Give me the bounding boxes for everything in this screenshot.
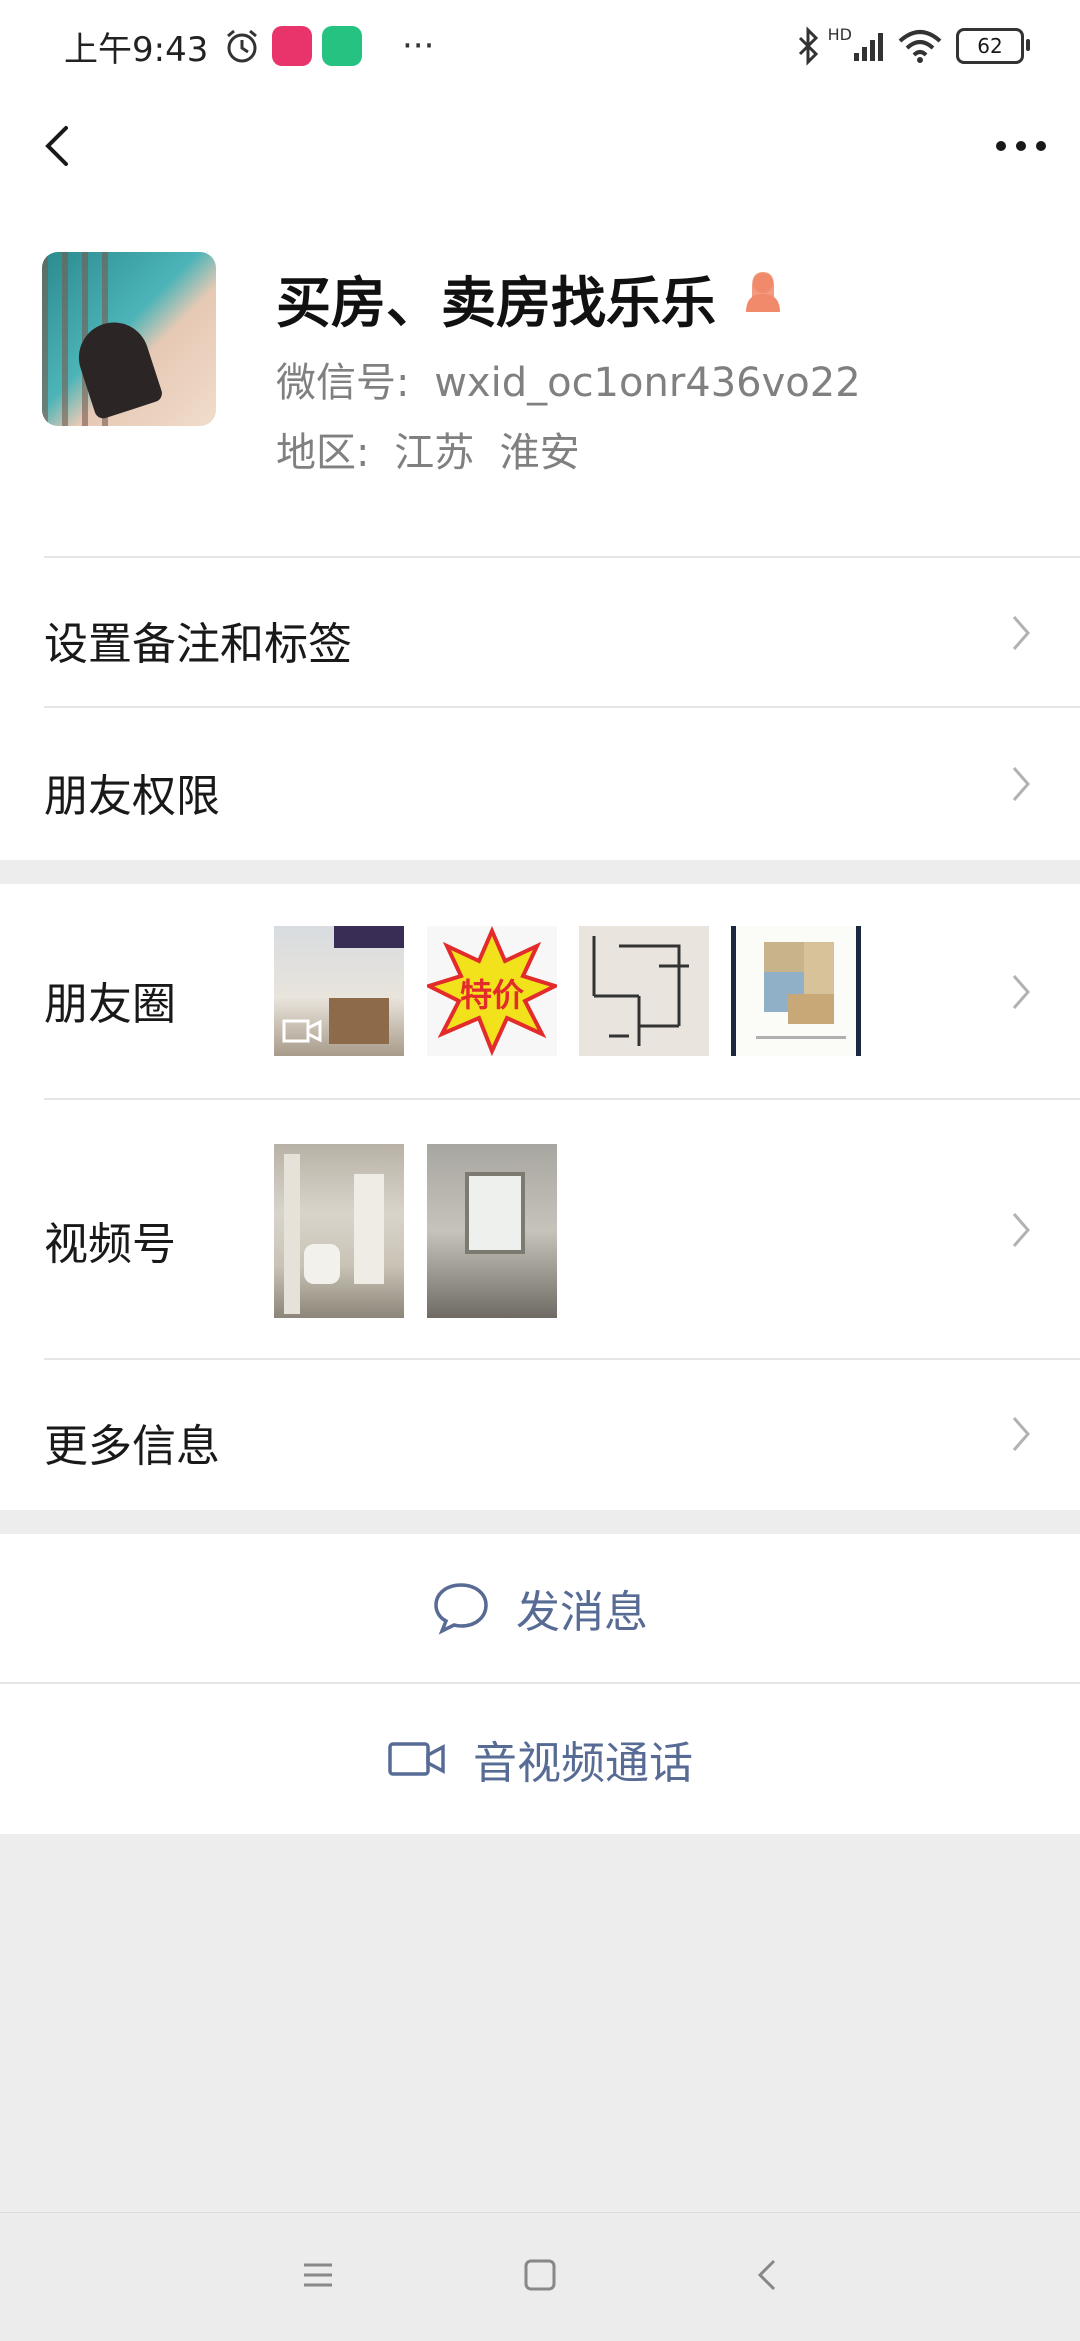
status-notification-icons: ··· xyxy=(222,26,444,66)
channels-thumb-bathroom xyxy=(274,1144,404,1318)
moments-thumb-room-video xyxy=(274,926,404,1056)
send-message-label: 发消息 xyxy=(516,1587,648,1638)
chevron-right-icon xyxy=(1012,1213,1030,1247)
chevron-right-icon xyxy=(1012,767,1030,801)
chevron-right-icon xyxy=(1012,616,1030,650)
status-time: 上午9:43 xyxy=(64,30,209,70)
alarm-icon xyxy=(227,29,257,63)
friend-permissions-label: 朋友权限 xyxy=(44,771,220,822)
video-icon xyxy=(282,1019,322,1043)
profile-name: 买房、卖房找乐乐 xyxy=(276,271,717,335)
region-label: 地区: xyxy=(276,430,370,476)
region: 地区: 江苏 淮安 xyxy=(276,420,580,478)
chevron-right-icon xyxy=(1012,1417,1030,1451)
chevron-left-icon xyxy=(45,126,68,166)
wechat-id: 微信号: wxid_oc1onr436vo22 xyxy=(276,350,861,408)
status-system-icons: HD 62 xyxy=(794,24,1030,66)
more-info-label: 更多信息 xyxy=(44,1421,220,1472)
more-button[interactable] xyxy=(986,116,1056,176)
system-navigation-bar xyxy=(0,2212,1080,2341)
app-notification-icon xyxy=(272,26,312,66)
status-bar: 上午9:43 ··· HD 62 xyxy=(0,0,1080,96)
female-icon xyxy=(746,272,780,312)
friend-permissions-row[interactable]: 朋友权限 xyxy=(0,708,1080,860)
network-type: HD xyxy=(827,24,852,44)
moments-thumb-floorplan-color xyxy=(731,926,861,1056)
region-value: 江苏 淮安 xyxy=(394,430,580,476)
signal-icon xyxy=(854,33,883,61)
remark-tags-row[interactable]: 设置备注和标签 xyxy=(0,558,1080,708)
more-info-row[interactable]: 更多信息 xyxy=(0,1360,1080,1510)
status-more: ··· xyxy=(402,26,435,66)
chat-bubble-icon xyxy=(434,1583,488,1635)
avatar[interactable] xyxy=(42,252,216,426)
wechat-id-label: 微信号: xyxy=(276,360,410,406)
moments-thumb-floorplan-sketch xyxy=(579,926,709,1056)
bluetooth-icon xyxy=(798,26,818,66)
channels-row[interactable]: 视频号 xyxy=(0,1100,1080,1360)
channels-thumb-empty-room xyxy=(427,1144,557,1318)
video-camera-icon xyxy=(388,1742,445,1776)
top-navigation xyxy=(0,96,1080,198)
remark-tags-label: 设置备注和标签 xyxy=(44,619,352,670)
back-nav-icon[interactable] xyxy=(748,2255,788,2295)
wifi-icon xyxy=(898,30,942,63)
video-call-label: 音视频通话 xyxy=(473,1738,693,1789)
more-dots-icon xyxy=(996,141,1046,151)
moments-row[interactable]: 朋友圈 特价 xyxy=(0,884,1080,1100)
home-icon[interactable] xyxy=(520,2255,560,2295)
moments-thumb-special-price: 特价 xyxy=(427,926,557,1056)
special-price-text: 特价 xyxy=(459,976,524,1014)
menu-icon[interactable] xyxy=(298,2255,338,2295)
wechat-id-value: wxid_oc1onr436vo22 xyxy=(434,360,861,406)
security-app-icon xyxy=(322,26,362,66)
profile-header: 买房、卖房找乐乐 微信号: wxid_oc1onr436vo22 地区: 江苏 … xyxy=(0,198,1080,558)
video-call-button[interactable]: 音视频通话 xyxy=(0,1684,1080,1834)
send-message-button[interactable]: 发消息 xyxy=(0,1534,1080,1684)
battery-indicator: 62 xyxy=(956,28,1030,64)
back-button[interactable] xyxy=(30,116,90,176)
channels-label: 视频号 xyxy=(44,1219,176,1270)
moments-label: 朋友圈 xyxy=(44,979,176,1030)
chevron-right-icon xyxy=(1012,975,1030,1009)
